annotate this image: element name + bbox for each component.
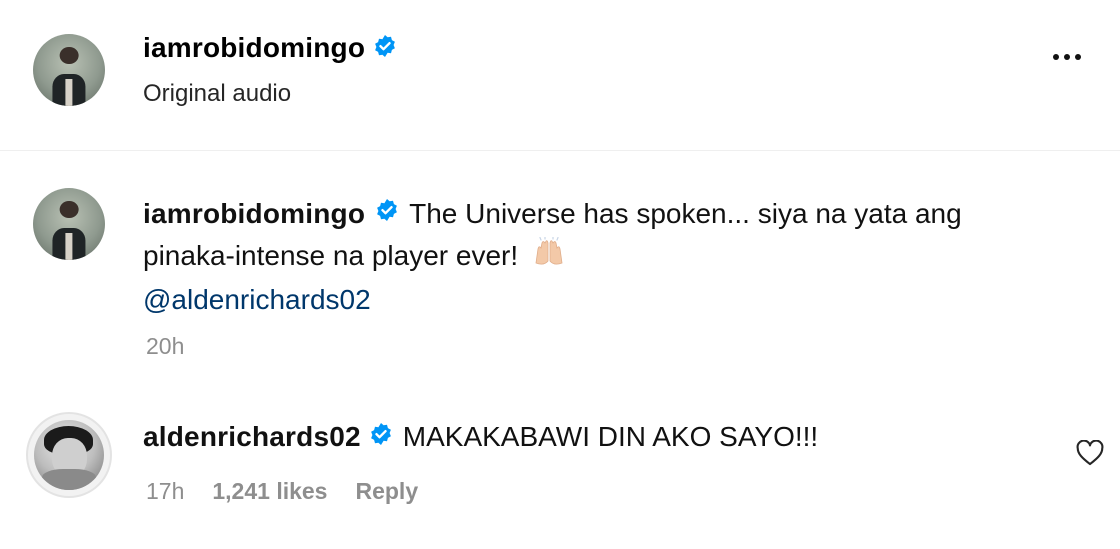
caption-text-line1: The Universe has spoken... siya na yata …	[409, 198, 962, 229]
reply-button[interactable]: Reply	[355, 478, 418, 505]
caption-text-line2: pinaka-intense na player ever!	[143, 240, 519, 271]
caption-avatar[interactable]	[33, 188, 105, 260]
caption-timestamp[interactable]: 20h	[146, 333, 184, 360]
more-options-icon[interactable]	[1053, 54, 1081, 60]
post-caption: iamrobidomingo The Universe has spoken...…	[143, 193, 1083, 321]
verified-badge-icon	[369, 421, 393, 453]
audio-label[interactable]: Original audio	[143, 80, 291, 108]
divider	[0, 150, 1120, 151]
comment-username[interactable]: aldenrichards02	[143, 421, 361, 453]
mention-link[interactable]: @aldenrichards02	[143, 284, 371, 315]
like-heart-icon[interactable]	[1076, 439, 1104, 471]
avatar-aldenrichards02[interactable]	[26, 412, 112, 498]
post-author: iamrobidomingo	[143, 32, 397, 64]
comment-row: aldenrichards02 MAKAKABAWI DIN AKO SAYO!…	[143, 421, 818, 453]
caption-username[interactable]: iamrobidomingo	[143, 198, 365, 229]
comment-timestamp[interactable]: 17h	[146, 478, 184, 505]
comment-meta: 17h 1,241 likes Reply	[146, 478, 418, 505]
raising-hands-emoji-icon	[532, 236, 566, 279]
avatar-iamrobidomingo[interactable]	[33, 34, 105, 106]
comment-text: MAKAKABAWI DIN AKO SAYO!!!	[402, 421, 819, 452]
comment-likes[interactable]: 1,241 likes	[212, 478, 327, 505]
verified-badge-icon	[375, 192, 399, 234]
verified-badge-icon	[373, 34, 397, 63]
header-username[interactable]: iamrobidomingo	[143, 32, 365, 64]
